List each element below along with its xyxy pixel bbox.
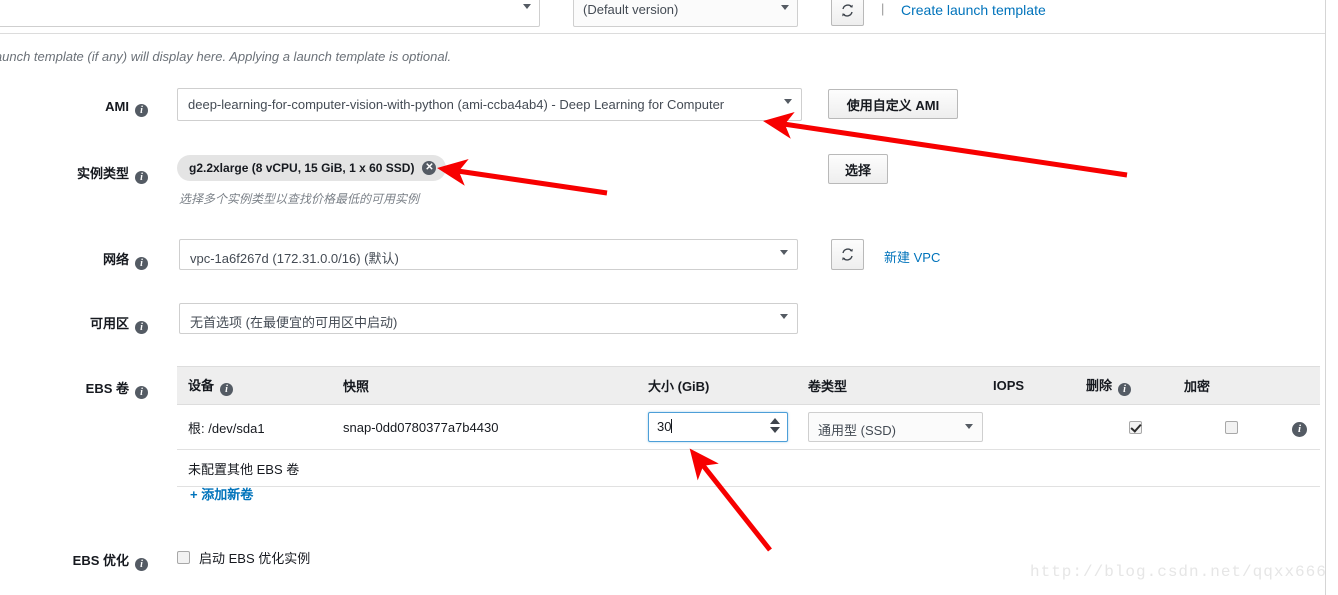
instance-type-pill-label: g2.2xlarge (8 vCPU, 15 GiB, 1 x 60 SSD) bbox=[189, 161, 415, 175]
template-version-value: (Default version) bbox=[583, 2, 679, 17]
instance-type-label-text: 实例类型 bbox=[76, 166, 129, 181]
cell-device: 根: /dev/sda1 bbox=[188, 420, 265, 436]
availability-zone-label: 可用区 i bbox=[8, 313, 148, 334]
refresh-icon bbox=[842, 248, 853, 261]
ami-label-text: AMI bbox=[105, 99, 129, 114]
ebs-volumes-label-text: EBS 卷 bbox=[85, 381, 129, 396]
ami-select[interactable]: deep-learning-for-computer-vision-with-p… bbox=[177, 88, 802, 121]
column-header-device: 设备 i bbox=[177, 375, 343, 396]
select-instance-type-button[interactable]: 选择 bbox=[828, 154, 888, 184]
top-toolbar: (Default version) | Create launch templa… bbox=[0, 0, 1325, 33]
toolbar-divider bbox=[0, 33, 1325, 34]
table-row: 根: /dev/sda1 snap-0dd0780377a7b4430 30 通… bbox=[177, 405, 1320, 450]
create-launch-template-link[interactable]: Create launch template bbox=[901, 2, 1046, 18]
network-select[interactable]: vpc-1a6f267d (172.31.0.0/16) (默认) bbox=[179, 239, 798, 270]
launch-instance-form-page: (Default version) | Create launch templa… bbox=[0, 0, 1325, 595]
ami-label: AMI i bbox=[8, 99, 148, 117]
instance-type-pill: g2.2xlarge (8 vCPU, 15 GiB, 1 x 60 SSD) … bbox=[177, 155, 447, 181]
refresh-vpc-button[interactable] bbox=[831, 239, 864, 270]
ebs-optimized-label-text: EBS 优化 bbox=[72, 553, 129, 568]
chevron-down-icon bbox=[780, 314, 788, 319]
info-icon[interactable]: i bbox=[1118, 383, 1132, 396]
watermark: http://blog.csdn.net/qqxx6661 bbox=[1030, 563, 1325, 581]
info-icon[interactable]: i bbox=[135, 257, 148, 270]
chevron-down-icon bbox=[781, 5, 789, 10]
launch-template-hint: launch template (if any) will display he… bbox=[0, 49, 452, 64]
availability-zone-label-text: 可用区 bbox=[89, 316, 129, 331]
cell-size: 30 bbox=[648, 412, 808, 442]
chevron-down-icon bbox=[784, 99, 792, 104]
template-version-select[interactable]: (Default version) bbox=[573, 0, 798, 27]
column-header-volume-type: 卷类型 bbox=[808, 379, 848, 394]
text-cursor bbox=[671, 419, 673, 433]
cell-snapshot: snap-0dd0780377a7b4430 bbox=[343, 419, 499, 435]
remove-instance-type-icon[interactable]: ✕ bbox=[422, 161, 437, 175]
instance-type-hint: 选择多个实例类型以查找价格最低的可用实例 bbox=[179, 192, 420, 206]
instance-type-label: 实例类型 i bbox=[8, 163, 148, 184]
cell-delete bbox=[1086, 420, 1184, 435]
toolbar-separator: | bbox=[881, 1, 885, 16]
cell-encrypt bbox=[1184, 420, 1279, 435]
volume-type-select[interactable]: 通用型 (SSD) bbox=[808, 412, 983, 442]
network-label: 网络 i bbox=[8, 249, 148, 270]
ebs-optimized-label: EBS 优化 i bbox=[8, 550, 148, 571]
info-icon[interactable]: i bbox=[135, 386, 148, 399]
page-right-border bbox=[1325, 0, 1326, 595]
ebs-no-additional-volumes: 未配置其他 EBS 卷 bbox=[177, 450, 1320, 487]
add-new-volume-link[interactable]: + 添加新卷 bbox=[190, 484, 253, 503]
column-header-encrypt: 加密 bbox=[1184, 379, 1211, 394]
cell-row-info: i bbox=[1279, 418, 1320, 437]
ebs-optimized-checkbox-label: 启动 EBS 优化实例 bbox=[199, 551, 311, 566]
chevron-down-icon bbox=[780, 250, 788, 255]
table-header-row: 设备 i 快照 大小 (GiB) 卷类型 IOPS 删除 i 加密 bbox=[177, 366, 1320, 405]
ebs-volumes-table: 设备 i 快照 大小 (GiB) 卷类型 IOPS 删除 i 加密 根: /dev/… bbox=[177, 366, 1320, 487]
delete-on-termination-checkbox[interactable] bbox=[1128, 420, 1142, 434]
volume-type-value: 通用型 (SSD) bbox=[818, 423, 897, 438]
column-header-device-text: 设备 bbox=[188, 378, 215, 393]
info-icon[interactable]: i bbox=[1292, 421, 1307, 437]
encrypt-checkbox[interactable] bbox=[1225, 420, 1238, 434]
chevron-down-icon bbox=[523, 4, 531, 9]
network-label-text: 网络 bbox=[102, 252, 129, 267]
column-header-snapshot: 快照 bbox=[343, 379, 370, 394]
availability-zone-select-value: 无首选项 (在最便宜的可用区中启动) bbox=[190, 315, 398, 330]
info-icon[interactable]: i bbox=[220, 383, 234, 396]
column-header-delete-text: 删除 bbox=[1086, 378, 1113, 393]
ami-select-value: deep-learning-for-computer-vision-with-p… bbox=[188, 97, 725, 112]
info-icon[interactable]: i bbox=[135, 558, 148, 571]
use-custom-ami-button[interactable]: 使用自定义 AMI bbox=[828, 89, 958, 119]
ebs-optimized-option[interactable]: 启动 EBS 优化实例 bbox=[177, 548, 310, 567]
availability-zone-select[interactable]: 无首选项 (在最便宜的可用区中启动) bbox=[179, 303, 798, 334]
refresh-icon bbox=[842, 3, 853, 17]
volume-size-stepper[interactable] bbox=[770, 418, 780, 433]
create-vpc-link[interactable]: 新建 VPC bbox=[884, 247, 940, 266]
info-icon[interactable]: i bbox=[135, 171, 148, 184]
use-custom-ami-label: 使用自定义 AMI bbox=[846, 97, 940, 113]
column-header-size: 大小 (GiB) bbox=[648, 379, 710, 394]
select-instance-type-label: 选择 bbox=[844, 162, 871, 178]
chevron-down-icon bbox=[965, 424, 973, 429]
column-header-delete: 删除 i bbox=[1086, 375, 1184, 396]
ebs-optimized-checkbox[interactable] bbox=[177, 551, 190, 564]
cell-volume-type: 通用型 (SSD) bbox=[808, 412, 993, 442]
column-header-iops: IOPS bbox=[993, 378, 1025, 393]
volume-size-input[interactable]: 30 bbox=[648, 412, 788, 442]
ebs-volumes-label: EBS 卷 i bbox=[8, 378, 148, 399]
network-select-value: vpc-1a6f267d (172.31.0.0/16) (默认) bbox=[190, 251, 399, 266]
stepper-up-icon[interactable] bbox=[770, 418, 780, 424]
info-icon[interactable]: i bbox=[135, 104, 148, 117]
refresh-templates-button[interactable] bbox=[831, 0, 864, 26]
launch-template-select[interactable] bbox=[0, 0, 540, 27]
info-icon[interactable]: i bbox=[135, 321, 148, 334]
volume-size-value: 30 bbox=[657, 419, 672, 434]
stepper-down-icon[interactable] bbox=[770, 427, 780, 433]
